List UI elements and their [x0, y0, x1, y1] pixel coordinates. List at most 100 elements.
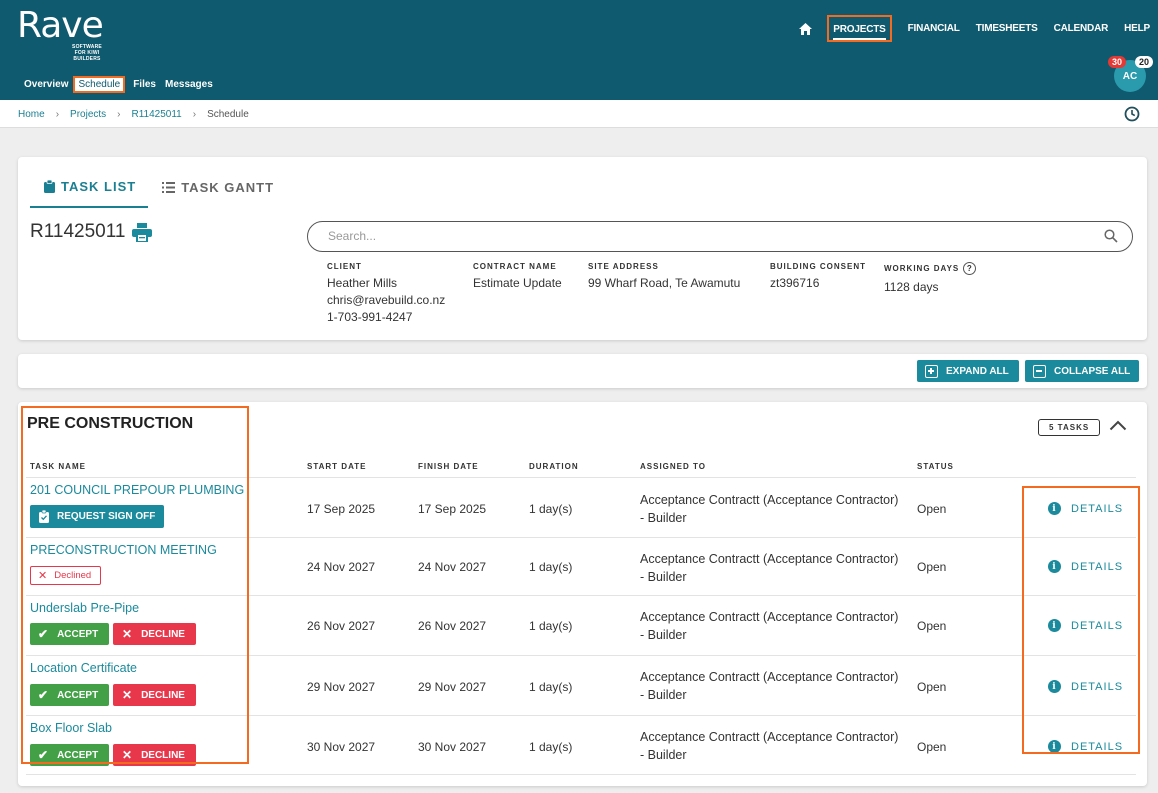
task-name-link[interactable]: Box Floor Slab [30, 721, 112, 735]
task-name-link[interactable]: Underslab Pre-Pipe [30, 601, 139, 615]
status: Open [917, 680, 947, 694]
contract-label: CONTRACT NAME [473, 262, 557, 271]
details-button[interactable]: i DETAILS [1048, 502, 1123, 515]
search-input[interactable] [328, 229, 1068, 243]
info-icon: i [1048, 740, 1061, 753]
nav-help[interactable]: HELP [1124, 23, 1150, 34]
breadcrumb-home[interactable]: Home [18, 109, 45, 120]
clipboard-icon [44, 180, 55, 193]
start-date: 29 Nov 2027 [307, 680, 376, 694]
details-button[interactable]: i DETAILS [1048, 560, 1123, 573]
nav-financial[interactable]: FINANCIAL [908, 23, 960, 34]
check-icon: ✔ [38, 688, 49, 702]
breadcrumb: Home › Projects › R11425011 › Schedule [18, 109, 249, 120]
section-card: PRE CONSTRUCTION 5 TASKS TASK NAME START… [18, 402, 1147, 786]
contract-info: CONTRACT NAME Estimate Update [473, 262, 562, 292]
view-tabs: TASK LIST TASK GANTT [30, 179, 286, 208]
breadcrumb-projects[interactable]: Projects [70, 109, 106, 120]
request-sign-off-button[interactable]: REQUEST SIGN OFF [30, 505, 165, 528]
decline-button[interactable]: ✕ DECLINE [113, 623, 196, 645]
rave-logo[interactable]: Rave SOFTWARE FOR KIWI BUILDERS [17, 5, 104, 63]
start-date: 17 Sep 2025 [307, 502, 376, 516]
duration: 1 day(s) [529, 502, 573, 516]
status: Open [917, 502, 947, 516]
home-icon[interactable] [799, 21, 815, 37]
accept-button[interactable]: ✔ ACCEPT [30, 623, 109, 645]
project-title: R11425011 [30, 221, 153, 243]
declined-tag: ✕ Declined [30, 566, 102, 585]
assigned-to: Acceptance Contractt (Acceptance Contrac… [640, 552, 899, 584]
clipboard-check-icon [39, 510, 49, 523]
working-days-label: WORKING DAYS ? [884, 262, 977, 275]
project-info-card: TASK LIST TASK GANTT R11425011 CLIENT He… [18, 157, 1147, 340]
col-finish-date: FINISH DATE [418, 462, 479, 471]
collapse-all-button[interactable]: COLLAPSE ALL [1025, 360, 1139, 382]
breadcrumb-separator: › [117, 109, 121, 120]
chevron-up-icon[interactable] [1109, 418, 1127, 436]
subnav-schedule[interactable]: Schedule [73, 76, 126, 93]
search-field[interactable] [307, 221, 1133, 252]
assigned-to: Acceptance Contractt (Acceptance Contrac… [640, 493, 899, 525]
details-button[interactable]: i DETAILS [1048, 619, 1123, 632]
subnav-overview[interactable]: Overview [24, 79, 68, 90]
details-button[interactable]: i DETAILS [1048, 680, 1123, 693]
nav-timesheets[interactable]: TIMESHEETS [976, 23, 1038, 34]
status: Open [917, 560, 947, 574]
print-icon[interactable] [132, 222, 153, 242]
subnav-files[interactable]: Files [133, 79, 156, 90]
history-icon[interactable] [1124, 106, 1140, 127]
x-icon: ✕ [38, 570, 48, 582]
client-info: CLIENT Heather Mills chris@ravebuild.co.… [327, 262, 445, 326]
toolbar-card: EXPAND ALL COLLAPSE ALL [18, 354, 1147, 388]
x-icon: ✕ [122, 688, 133, 702]
site-address: 99 Wharf Road, Te Awamutu [588, 276, 741, 290]
check-icon: ✔ [38, 748, 49, 762]
subnav-messages[interactable]: Messages [165, 79, 213, 90]
help-icon[interactable]: ? [963, 262, 977, 275]
breadcrumb-project[interactable]: R11425011 [132, 109, 182, 120]
nav-calendar[interactable]: CALENDAR [1054, 23, 1109, 34]
check-icon: ✔ [38, 627, 49, 641]
duration: 1 day(s) [529, 619, 573, 633]
decline-button[interactable]: ✕ DECLINE [113, 744, 196, 766]
col-assigned-to: ASSIGNED TO [640, 462, 706, 471]
logo-text: Rave [17, 5, 104, 46]
notification-badge[interactable]: 30 [1108, 56, 1127, 68]
main-nav: PROJECTS FINANCIAL TIMESHEETS CALENDAR H… [799, 14, 1158, 43]
info-icon: i [1048, 560, 1061, 573]
decline-button[interactable]: ✕ DECLINE [113, 684, 196, 706]
assigned-to: Acceptance Contractt (Acceptance Contrac… [640, 610, 899, 642]
finish-date: 26 Nov 2027 [418, 619, 487, 633]
table-row: Location Certificate ✔ ACCEPT ✕ DECLINE 29… [26, 655, 1136, 715]
task-name-link[interactable]: 201 COUNCIL PREPOUR PLUMBING [30, 483, 244, 497]
contract-name: Estimate Update [473, 276, 562, 290]
list-icon [162, 182, 176, 193]
accept-button[interactable]: ✔ ACCEPT [30, 684, 109, 706]
table-row: 201 COUNCIL PREPOUR PLUMBING REQUEST SIG… [26, 477, 1136, 537]
client-email: chris@ravebuild.co.nz [327, 293, 446, 307]
project-subnav: Overview Schedule Files Messages [24, 76, 222, 93]
client-name: Heather Mills [327, 276, 398, 290]
expand-all-button[interactable]: EXPAND ALL [917, 360, 1019, 382]
breadcrumb-bar: Home › Projects › R11425011 › Schedule [0, 100, 1158, 128]
nav-projects[interactable]: PROJECTS [827, 15, 892, 42]
tab-task-list[interactable]: TASK LIST [30, 179, 149, 208]
address-label: SITE ADDRESS [588, 262, 659, 271]
status: Open [917, 740, 947, 754]
consent-info: BUILDING CONSENT zt396716 [770, 262, 866, 292]
tab-task-gantt[interactable]: TASK GANTT [148, 179, 286, 208]
duration: 1 day(s) [529, 560, 573, 574]
message-badge[interactable]: 20 [1135, 56, 1154, 68]
x-icon: ✕ [122, 627, 133, 641]
col-task-name: TASK NAME [30, 462, 86, 471]
section-title: PRE CONSTRUCTION [27, 415, 194, 432]
x-icon: ✕ [122, 748, 133, 762]
search-icon[interactable] [1104, 229, 1118, 248]
task-name-link[interactable]: PRECONSTRUCTION MEETING [30, 543, 217, 557]
details-button[interactable]: i DETAILS [1048, 740, 1123, 753]
accept-button[interactable]: ✔ ACCEPT [30, 744, 109, 766]
top-header: Rave SOFTWARE FOR KIWI BUILDERS PROJECTS… [0, 0, 1158, 100]
task-name-link[interactable]: Location Certificate [30, 661, 137, 675]
info-icon: i [1048, 502, 1061, 515]
working-days: 1128 days [884, 280, 939, 294]
